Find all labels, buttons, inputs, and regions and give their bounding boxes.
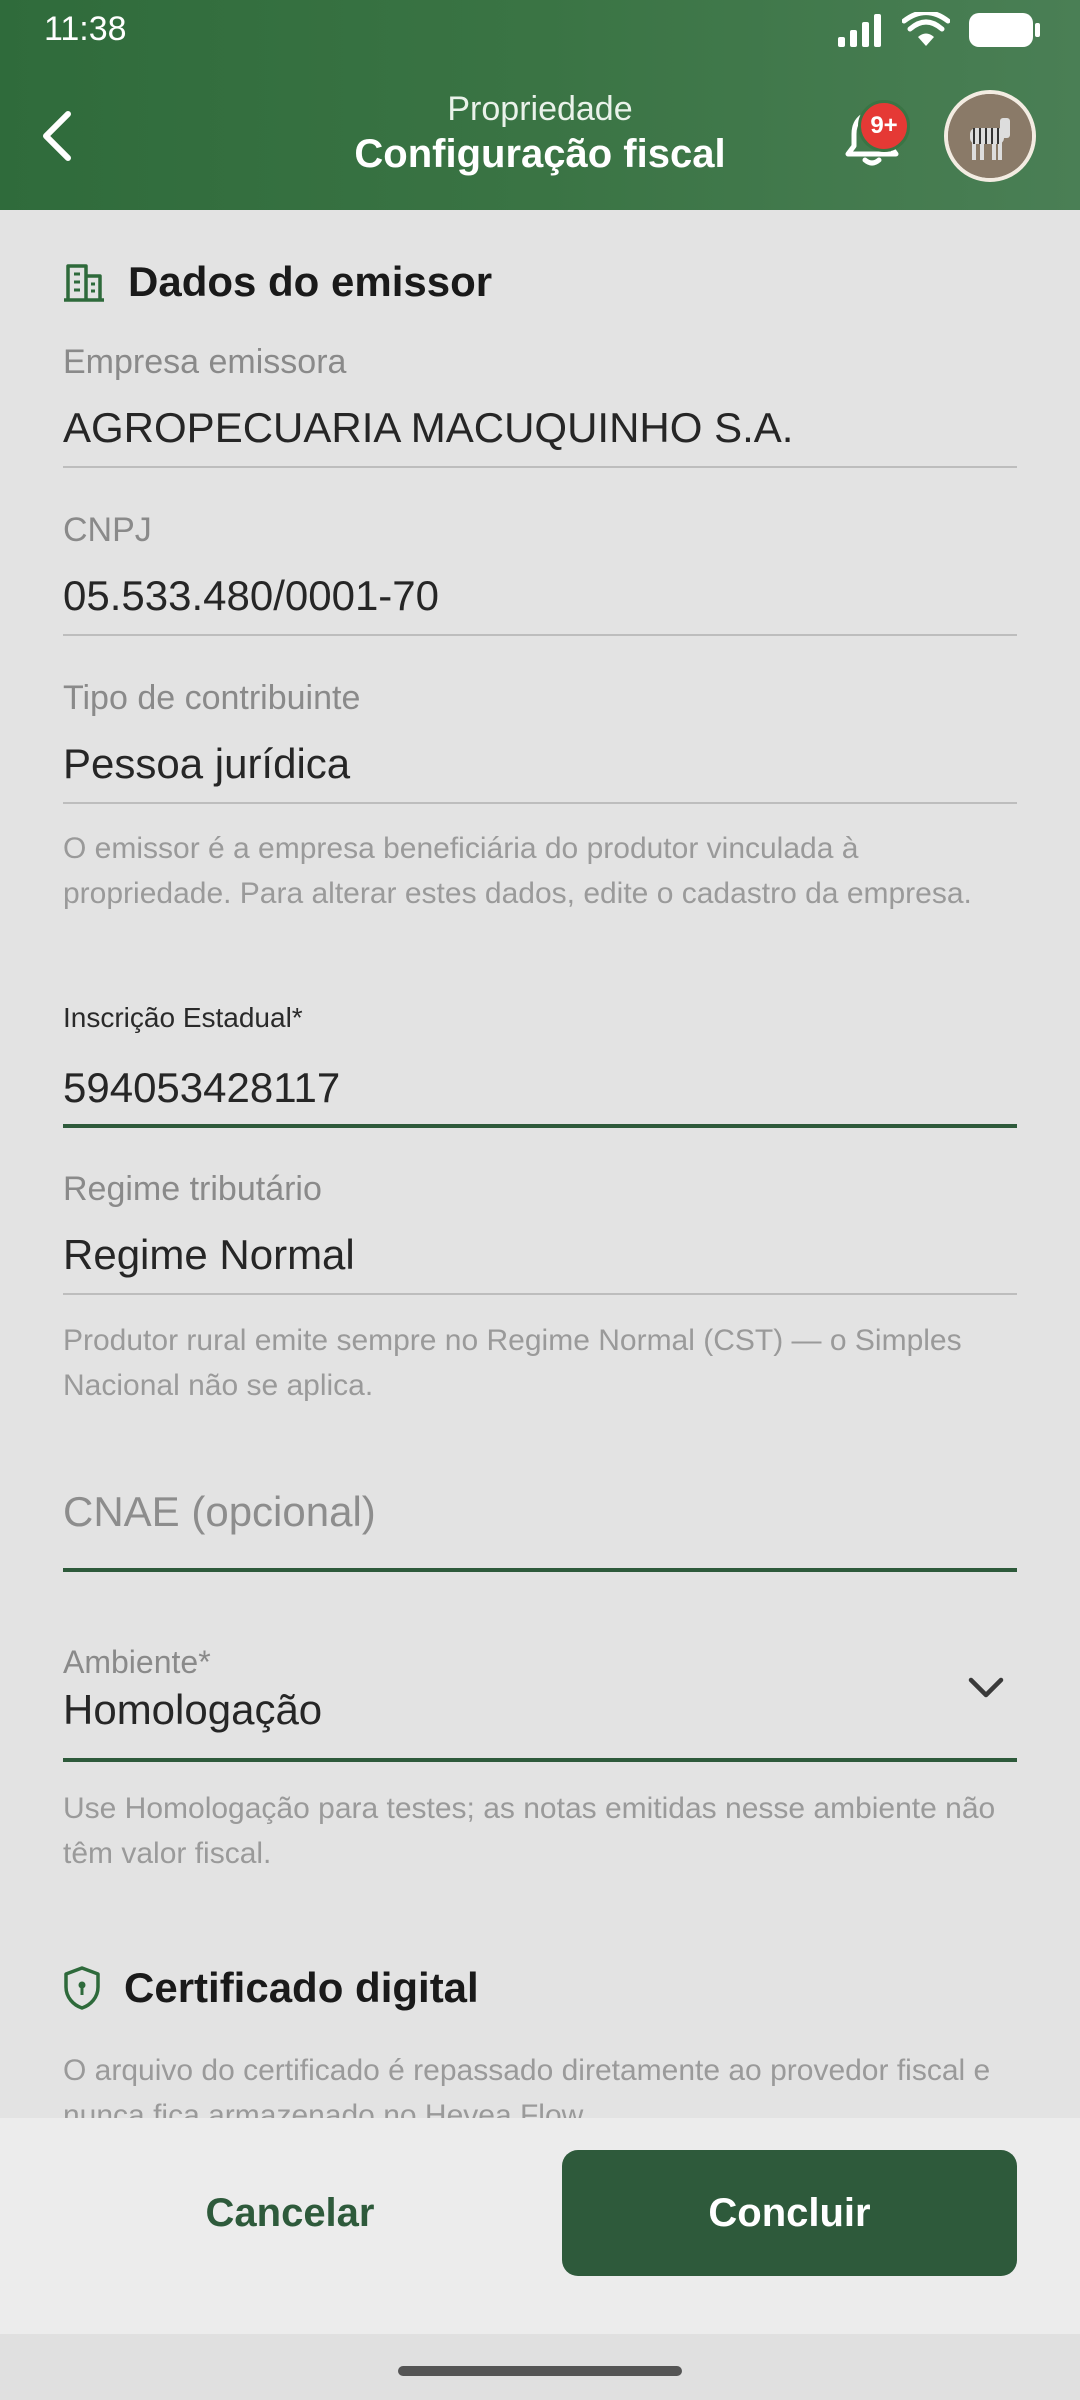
regime-tributario-field: Regime tributário Regime Normal: [63, 1167, 1017, 1297]
section-title: Certificado digital: [124, 1964, 479, 2011]
field-value: Regime Normal: [63, 1231, 355, 1278]
field-underline: [63, 1568, 1017, 1572]
status-time: 11:38: [44, 10, 127, 48]
ambiente-select[interactable]: Ambiente* Homologação: [63, 1642, 1017, 1766]
field-underline: [63, 1293, 1017, 1295]
signal-icon: [838, 14, 881, 47]
tipo-contribuinte-field: Tipo de contribuinte Pessoa jurídica: [63, 676, 1017, 806]
field-label: Tipo de contribuinte: [63, 679, 361, 717]
avatar[interactable]: [944, 90, 1036, 182]
cnpj-field: CNPJ 05.533.480/0001-70: [63, 508, 1017, 638]
status-icons: [836, 10, 1042, 50]
ambiente-help-text: Use Homologação para testes; as notas em…: [63, 1792, 996, 1870]
zebra-image: [948, 94, 1032, 178]
regime-help-text: Produtor rural emite sempre no Regime No…: [63, 1324, 962, 1402]
field-label: CNPJ: [63, 511, 152, 549]
field-underline: [63, 1758, 1017, 1762]
shield-icon: [64, 1966, 100, 2010]
cancel-button[interactable]: Cancelar: [80, 2150, 500, 2276]
field-value: AGROPECUARIA MACUQUINHO S.A.: [63, 404, 794, 451]
page-title: Configuração fiscal: [354, 132, 726, 176]
cnae-input[interactable]: CNAE (opcional): [63, 1480, 1017, 1576]
field-value: 594053428117: [63, 1064, 341, 1111]
cnae-placeholder: CNAE (opcional): [63, 1488, 376, 1535]
chevron-down-icon: [968, 1677, 1004, 1698]
header-subtitle: Propriedade: [447, 90, 633, 128]
field-label: Inscrição Estadual*: [63, 1002, 303, 1033]
field-value: Homologação: [63, 1686, 323, 1733]
building-icon: [64, 264, 104, 302]
field-label: Empresa emissora: [63, 343, 347, 381]
section-emissor: Dados do emissor: [62, 254, 492, 310]
field-label: Ambiente*: [63, 1644, 211, 1680]
field-underline: [63, 1124, 1017, 1128]
field-value: Pessoa jurídica: [63, 740, 351, 787]
field-underline: [63, 634, 1017, 636]
section-title: Dados do emissor: [128, 258, 493, 305]
app-header: 11:38 Propriedade Configuração fiscal 9+: [0, 0, 1080, 210]
field-underline: [63, 466, 1017, 468]
field-underline: [63, 802, 1017, 804]
wifi-icon: [902, 12, 950, 46]
home-indicator[interactable]: [398, 2366, 682, 2376]
emissor-help-text: O emissor é a empresa beneficiária do pr…: [63, 832, 972, 910]
notification-badge: 9+: [858, 100, 910, 152]
confirm-button[interactable]: Concluir: [562, 2150, 1017, 2276]
inscricao-estadual-input[interactable]: Inscrição Estadual* 594053428117: [63, 1000, 1017, 1132]
empresa-field: Empresa emissora AGROPECUARIA MACUQUINHO…: [63, 340, 1017, 470]
field-value: 05.533.480/0001-70: [63, 572, 440, 619]
certificado-help-text: O arquivo do certificado é repassado dir…: [63, 2054, 991, 2118]
section-certificado: Certificado digital: [62, 1960, 479, 2016]
battery-icon: [969, 13, 1040, 47]
field-label: Regime tributário: [63, 1170, 322, 1208]
